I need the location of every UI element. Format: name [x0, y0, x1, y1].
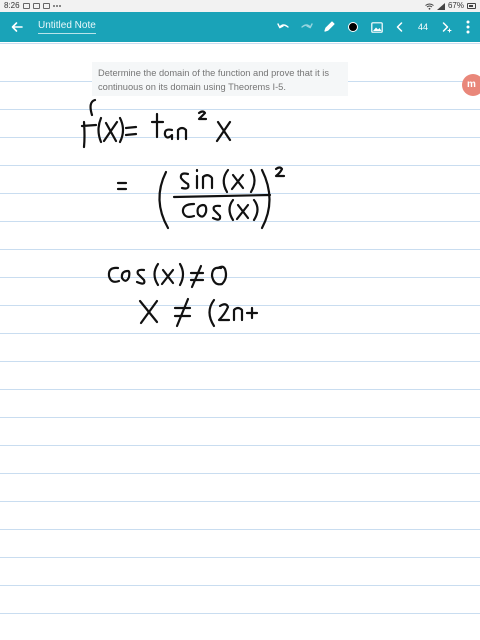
redo-button[interactable]: [298, 12, 316, 42]
back-button[interactable]: [6, 12, 28, 42]
pen-tool-button[interactable]: [320, 12, 338, 42]
undo-icon: [277, 23, 289, 29]
status-bar: 8:26 67%: [0, 0, 480, 12]
more-options-button[interactable]: [460, 12, 476, 42]
page-number: 44: [417, 22, 428, 32]
redo-icon: [301, 23, 313, 29]
notification-icon: [42, 3, 50, 9]
signal-icon: [436, 2, 445, 10]
insert-image-button[interactable]: [368, 12, 386, 42]
previous-page-button[interactable]: [392, 12, 406, 42]
note-title[interactable]: Untitled Note: [38, 20, 96, 34]
notification-icon: [32, 3, 40, 9]
pen-color-button[interactable]: [344, 12, 362, 42]
status-time: 8:26: [4, 1, 20, 10]
ink-line-3: [107, 262, 259, 328]
ink-line-1: [80, 98, 232, 149]
more-icon: [466, 20, 470, 34]
next-page-button[interactable]: [440, 12, 454, 42]
arrow-back-icon: [11, 22, 23, 32]
notification-icon: [22, 3, 30, 9]
chevron-left-icon: [396, 22, 402, 32]
image-icon: [371, 21, 383, 33]
brand-badge[interactable]: m: [462, 74, 480, 96]
handwritten-solution: [80, 98, 286, 328]
color-dot-icon: [348, 22, 358, 32]
battery-level: 67%: [447, 1, 464, 10]
battery-icon: [467, 3, 476, 9]
app-bar: Untitled Note 44: [0, 12, 480, 42]
wifi-icon: [425, 3, 434, 10]
chevron-right-icon: [442, 22, 452, 33]
pen-icon: [324, 21, 335, 32]
more-notifications-icon: [52, 5, 61, 7]
ink-line-2: [116, 166, 286, 230]
undo-button[interactable]: [274, 12, 292, 42]
note-canvas[interactable]: Determine the domain of the function and…: [0, 42, 480, 640]
